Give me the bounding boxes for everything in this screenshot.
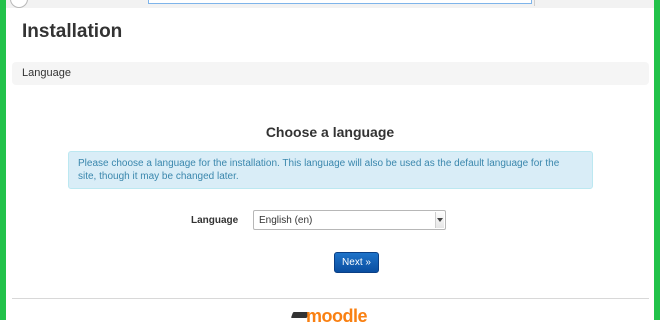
- browser-toolbar: [6, 0, 654, 8]
- window-frame-right: [654, 0, 660, 320]
- page-title: Installation: [22, 21, 123, 42]
- browser-home-icon[interactable]: [10, 0, 28, 8]
- toolbar-divider: [534, 0, 535, 6]
- dropdown-arrow-icon[interactable]: [435, 212, 444, 228]
- breadcrumb-item-language: Language: [22, 67, 71, 79]
- breadcrumb: Language: [12, 62, 649, 85]
- moodle-logo-icon: moodle: [290, 306, 372, 326]
- footer-divider: [12, 298, 649, 299]
- language-select-value: English (en): [259, 215, 313, 226]
- window-frame-left: [0, 0, 6, 320]
- logo-text: moodle: [306, 306, 368, 326]
- info-message: Please choose a language for the install…: [78, 158, 560, 182]
- language-label: Language: [191, 215, 239, 226]
- section-heading: Choose a language: [265, 124, 395, 140]
- address-bar[interactable]: [148, 0, 532, 4]
- language-select[interactable]: English (en): [253, 210, 446, 230]
- next-button[interactable]: Next »: [334, 252, 379, 273]
- info-alert: Please choose a language for the install…: [68, 151, 593, 189]
